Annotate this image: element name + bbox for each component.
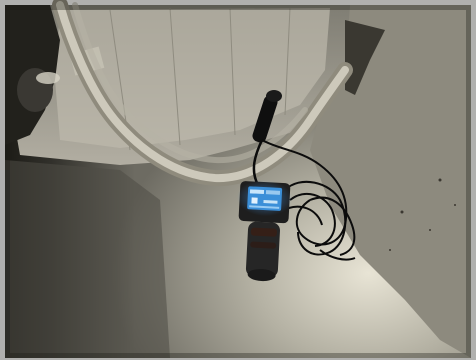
scene-photo (0, 0, 476, 360)
floor-left (5, 160, 170, 358)
